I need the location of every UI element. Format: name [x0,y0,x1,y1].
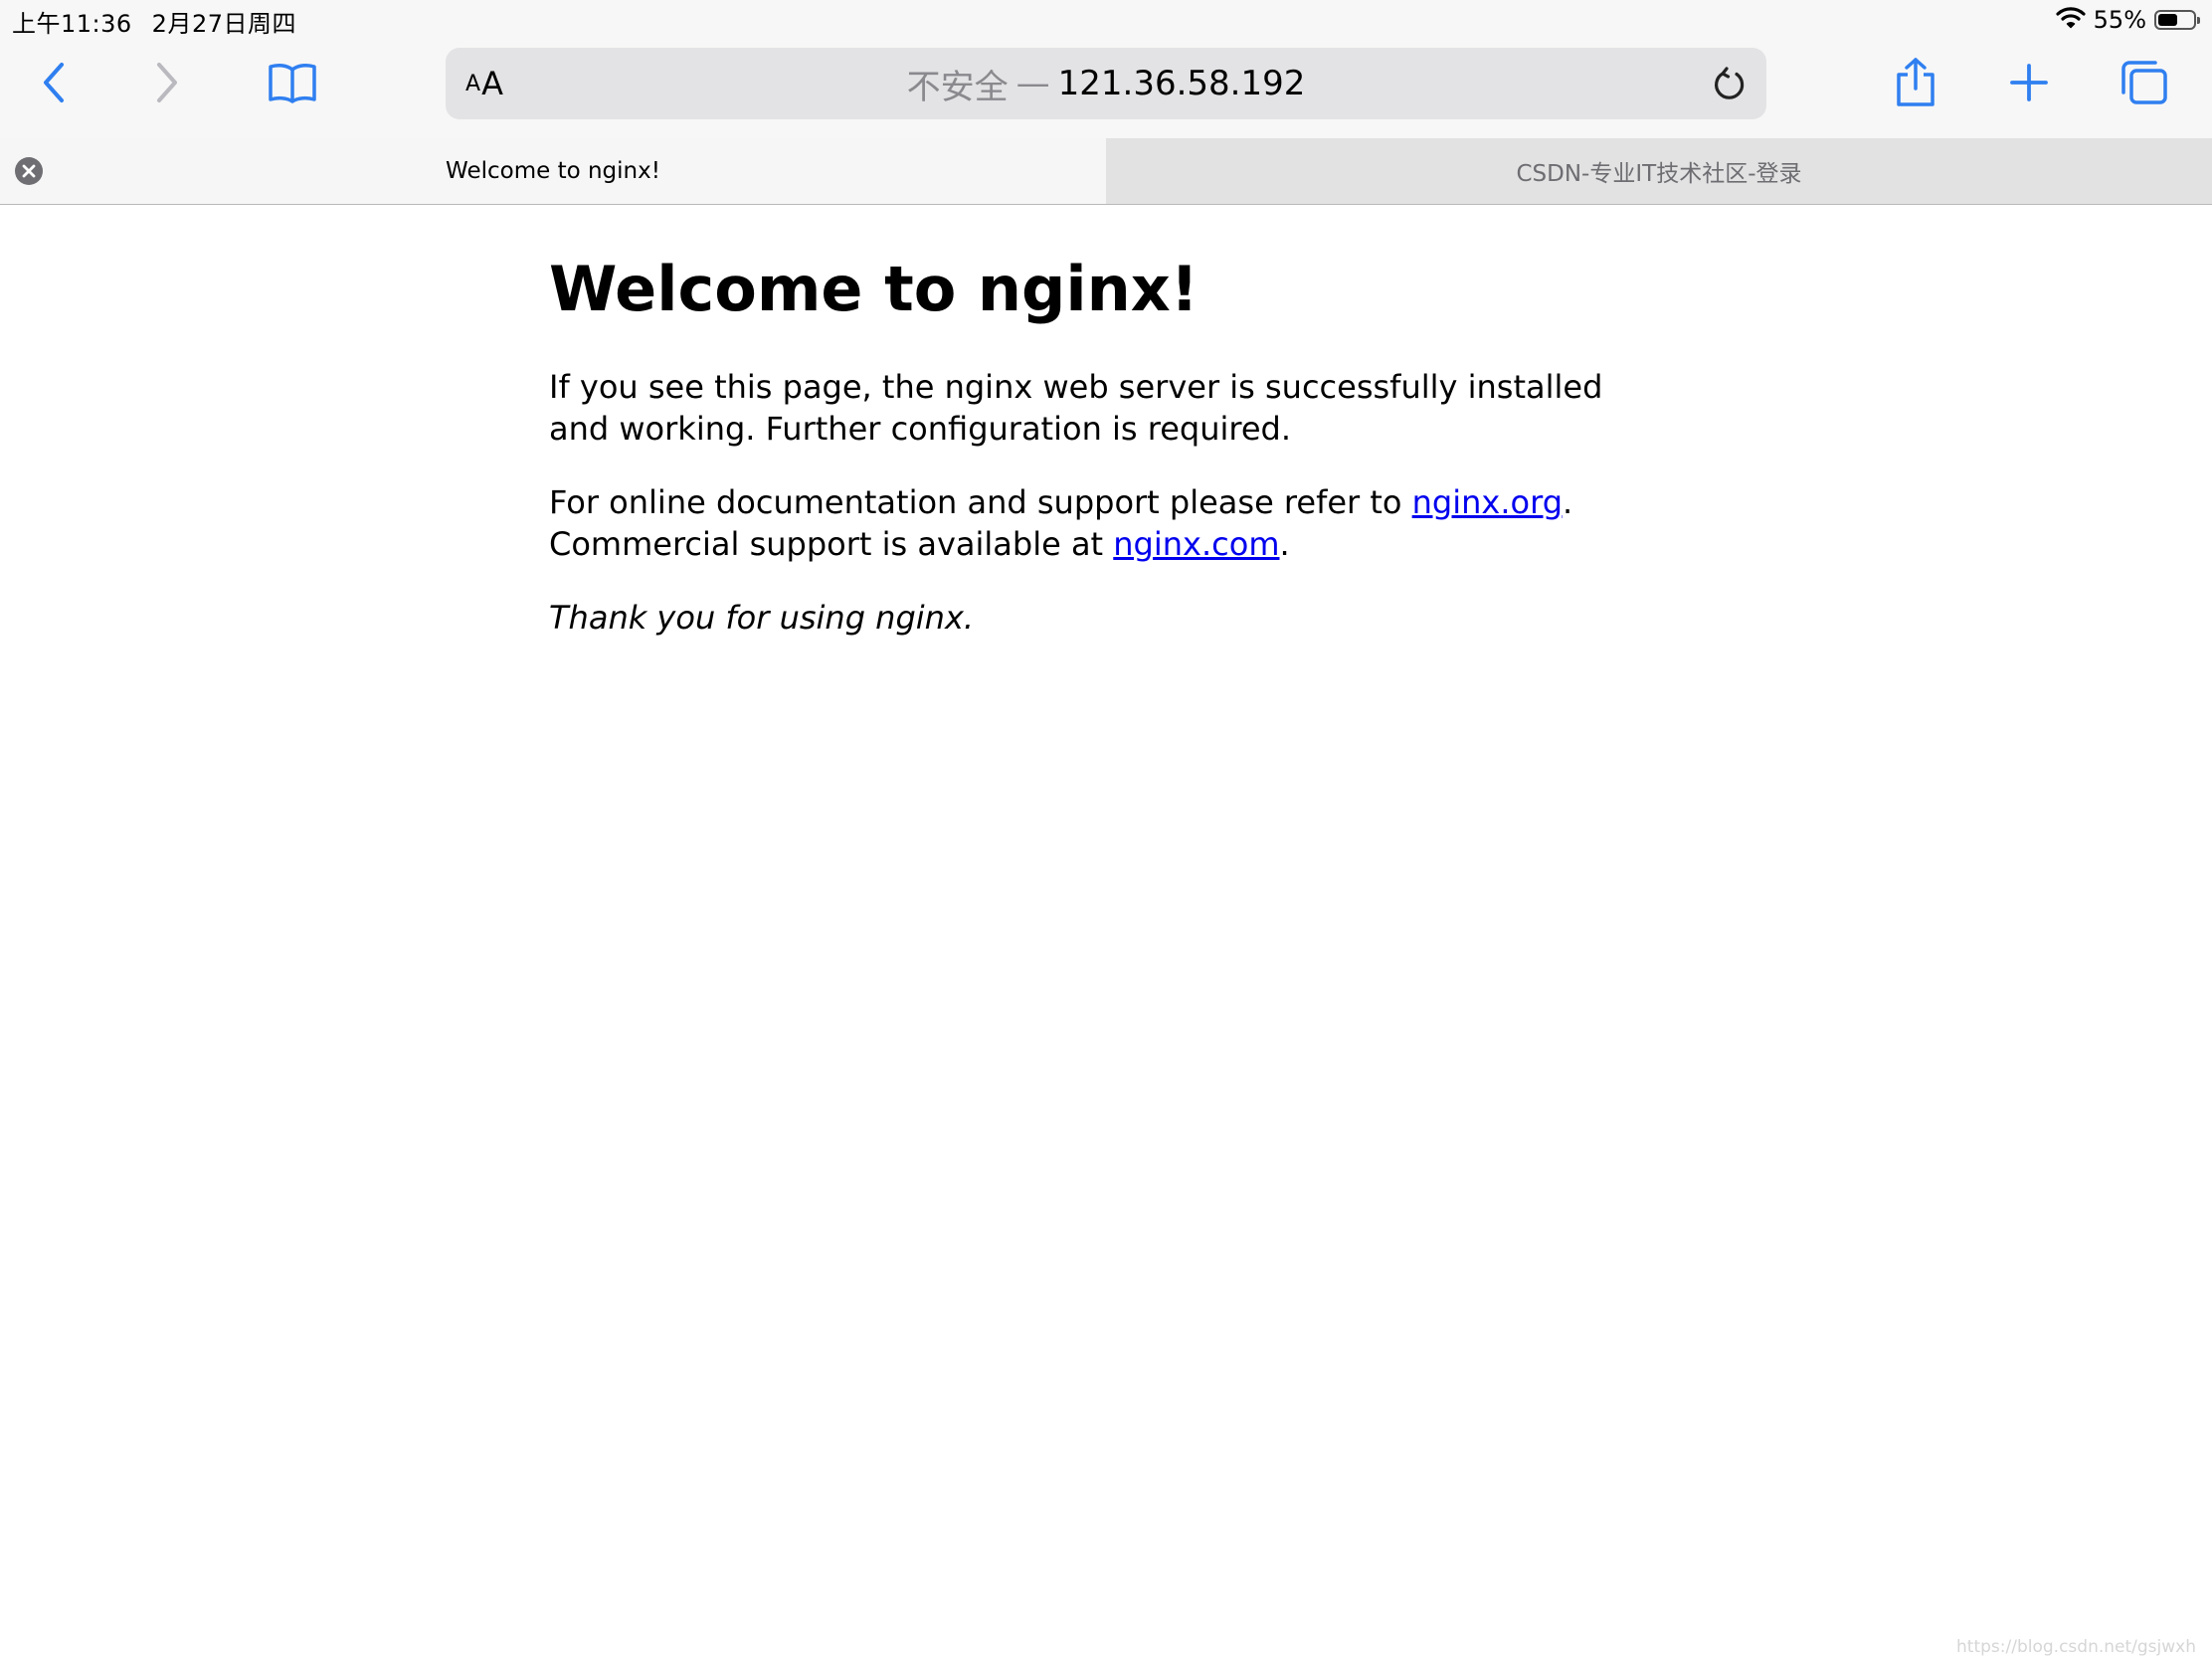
status-bar: 上午11:36 2月27日周四 55% [0,0,2212,40]
web-page: Welcome to nginx! If you see this page, … [0,205,2212,1659]
battery-icon [2154,10,2200,30]
support-text: For online documentation and support ple… [549,483,1412,522]
share-icon [1897,58,1935,106]
commercial-text: Commercial support is available at [549,525,1114,564]
thanks-paragraph: Thank you for using nginx. [549,599,975,638]
status-time: 上午11:36 [12,10,132,38]
wifi-icon [2056,5,2086,35]
url-separator: — [1015,64,1050,103]
period-text: . [1279,525,1290,564]
browser-toolbar: AA 不安全 —121.36.58.192 [0,40,2212,138]
safari-window: 上午11:36 2月27日周四 55% A A 不安全 — 121.36.58.… [0,0,2212,1659]
forward-button[interactable] [135,40,199,125]
new-tab-button[interactable] [1997,40,2061,125]
address-bar[interactable]: AA 不安全 —121.36.58.192 [446,48,1766,119]
tab-title: CSDN-专业IT技术社区-登录 [1516,161,1802,187]
tab-welcome-nginx[interactable]: Welcome to nginx! [0,138,1106,204]
battery-percent: 55% [2093,6,2146,34]
tab-csdn-login[interactable]: CSDN-专业IT技术社区-登录 [1106,138,2212,204]
support-paragraph: For online documentation and support ple… [549,481,1663,565]
tab-title: Welcome to nginx! [446,158,660,184]
bookmarks-button[interactable] [261,40,324,125]
period-text: . [1563,483,1573,522]
chevron-left-icon [44,63,64,102]
close-icon [22,164,36,178]
security-label: 不安全 [906,67,1009,107]
reload-button[interactable] [1711,66,1749,103]
url-host: 121.36.58.192 [1057,64,1306,103]
nginx-org-link[interactable]: nginx.org [1412,483,1563,521]
status-date: 2月27日周四 [151,10,296,38]
page-content: Welcome to nginx! If you see this page, … [549,205,1663,639]
tabs-overview-button[interactable] [2113,40,2176,125]
back-button[interactable] [22,40,86,125]
reload-icon [1715,67,1745,99]
watermark: https://blog.csdn.net/gsjwxh [1956,1637,2196,1657]
chevron-right-icon [157,63,177,102]
status-indicators: 55% [2056,5,2200,35]
tabs-icon [2121,61,2167,104]
page-heading: Welcome to nginx! [549,253,1199,325]
nginx-com-link[interactable]: nginx.com [1113,525,1279,563]
book-icon [269,64,316,103]
status-datetime: 上午11:36 2月27日周四 [12,4,296,39]
tab-bar: Welcome to nginx! CSDN-专业IT技术社区-登录 [0,138,2212,205]
share-button[interactable] [1884,40,1947,125]
intro-paragraph: If you see this page, the nginx web serv… [549,368,1603,449]
url-display: 不安全 —121.36.58.192 [446,48,1766,119]
close-tab-button[interactable] [15,157,43,185]
plus-icon [2010,64,2048,101]
